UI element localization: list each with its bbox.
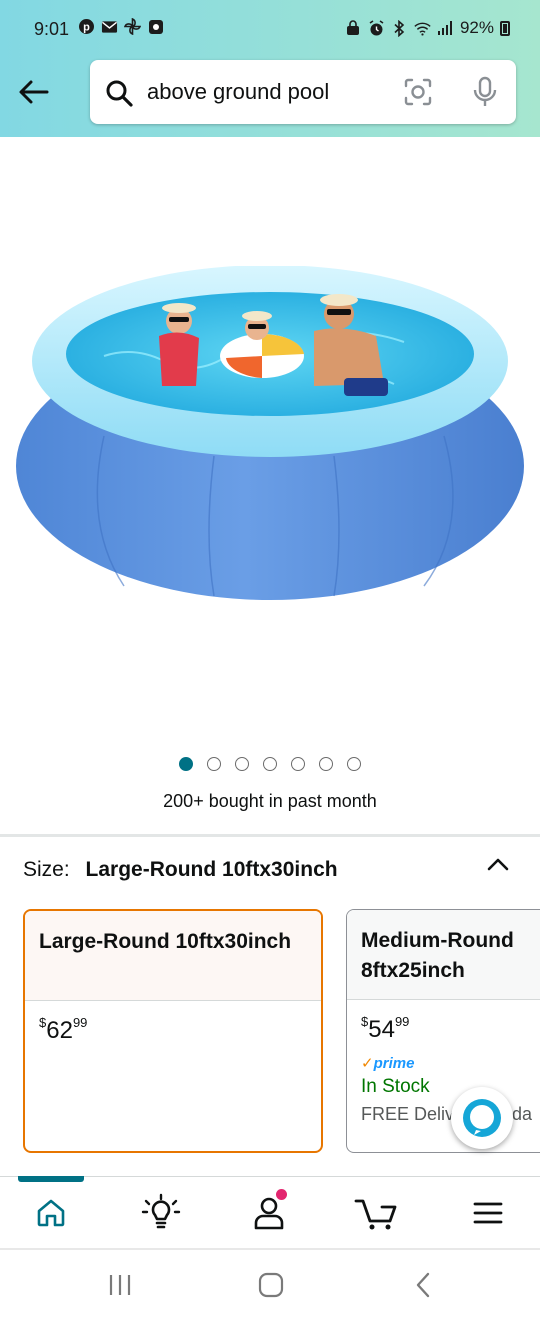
cart-icon[interactable] — [354, 1193, 398, 1233]
search-bar[interactable]: above ground pool — [90, 60, 516, 124]
carousel-dot[interactable] — [263, 757, 277, 771]
status-time: 9:01 — [34, 19, 70, 39]
carousel-dot[interactable] — [347, 757, 361, 771]
size-selector-header[interactable]: Size: Large-Round 10ftx30inch — [23, 858, 338, 882]
camera-search-icon[interactable] — [402, 76, 434, 108]
wifi-icon — [414, 20, 431, 37]
product-image[interactable] — [14, 265, 526, 602]
home-icon[interactable] — [29, 1193, 73, 1233]
app-icon — [147, 18, 164, 35]
home-button-icon[interactable] — [251, 1270, 291, 1300]
carousel-dot[interactable] — [235, 757, 249, 771]
microphone-icon[interactable] — [470, 76, 500, 108]
notification-icons: p — [78, 18, 164, 35]
notification-badge — [276, 1189, 287, 1200]
alarm-icon — [368, 19, 385, 37]
option-price: $5499 — [347, 1000, 540, 1044]
inspire-icon[interactable] — [139, 1193, 183, 1233]
option-price: $6299 — [25, 1001, 321, 1045]
recent-apps-icon[interactable] — [100, 1270, 140, 1300]
lock-icon — [345, 20, 362, 37]
price-whole: 62 — [46, 1017, 73, 1044]
prime-check-icon: ✓ — [361, 1055, 374, 1072]
back-arrow-icon[interactable] — [16, 74, 52, 110]
prime-label: prime — [373, 1055, 415, 1072]
stock-status: In Stock — [361, 1076, 430, 1097]
menu-icon[interactable] — [466, 1193, 510, 1233]
pinterest-icon: p — [78, 18, 95, 35]
bluetooth-icon — [391, 19, 408, 37]
mail-icon — [101, 18, 118, 35]
price-fraction: 99 — [72, 1015, 88, 1030]
svg-text:p: p — [83, 22, 90, 34]
price-fraction: 99 — [394, 1014, 410, 1029]
carousel-dot[interactable] — [179, 757, 193, 771]
size-option-large-round[interactable]: Large-Round 10ftx30inch $6299 — [23, 909, 323, 1153]
carousel-dot[interactable] — [319, 757, 333, 771]
search-input[interactable]: above ground pool — [147, 79, 329, 105]
carousel-dot[interactable] — [207, 757, 221, 771]
price-symbol: $ — [361, 1014, 369, 1029]
back-button-icon[interactable] — [403, 1270, 443, 1300]
carousel-dot[interactable] — [291, 757, 305, 771]
search-icon — [104, 78, 134, 108]
battery-icon — [500, 20, 510, 36]
delivery-label: FREE Deliv — [361, 1104, 455, 1124]
price-symbol: $ — [39, 1015, 47, 1030]
price-whole: 54 — [368, 1016, 395, 1043]
android-navigation-bar — [0, 1250, 540, 1320]
pinwheel-icon — [124, 18, 141, 35]
size-option-name: Large-Round 10ftx30inch — [25, 911, 321, 1001]
size-option-name: Medium-Round 8ftx25inch — [347, 910, 540, 1000]
size-label: Size: — [23, 858, 70, 881]
alexa-button[interactable] — [451, 1087, 513, 1149]
carousel-indicator — [0, 757, 540, 771]
section-divider — [0, 834, 540, 837]
status-bar: 9:01 p 92% — [0, 0, 540, 58]
bottom-navigation — [0, 1176, 540, 1248]
bought-count-label: 200+ bought in past month — [163, 791, 377, 811]
alexa-icon — [463, 1099, 501, 1137]
app-header: 9:01 p 92% above ground pool — [0, 0, 540, 137]
account-icon[interactable] — [247, 1189, 291, 1233]
system-icons: 92% — [345, 18, 510, 38]
selected-size-value: Large-Round 10ftx30inch — [85, 858, 338, 881]
prime-badge: ✓prime — [347, 1044, 540, 1072]
active-tab-indicator — [18, 1176, 84, 1182]
chevron-up-icon[interactable] — [486, 855, 510, 873]
signal-icon — [437, 20, 454, 37]
battery-percent: 92% — [459, 18, 494, 37]
